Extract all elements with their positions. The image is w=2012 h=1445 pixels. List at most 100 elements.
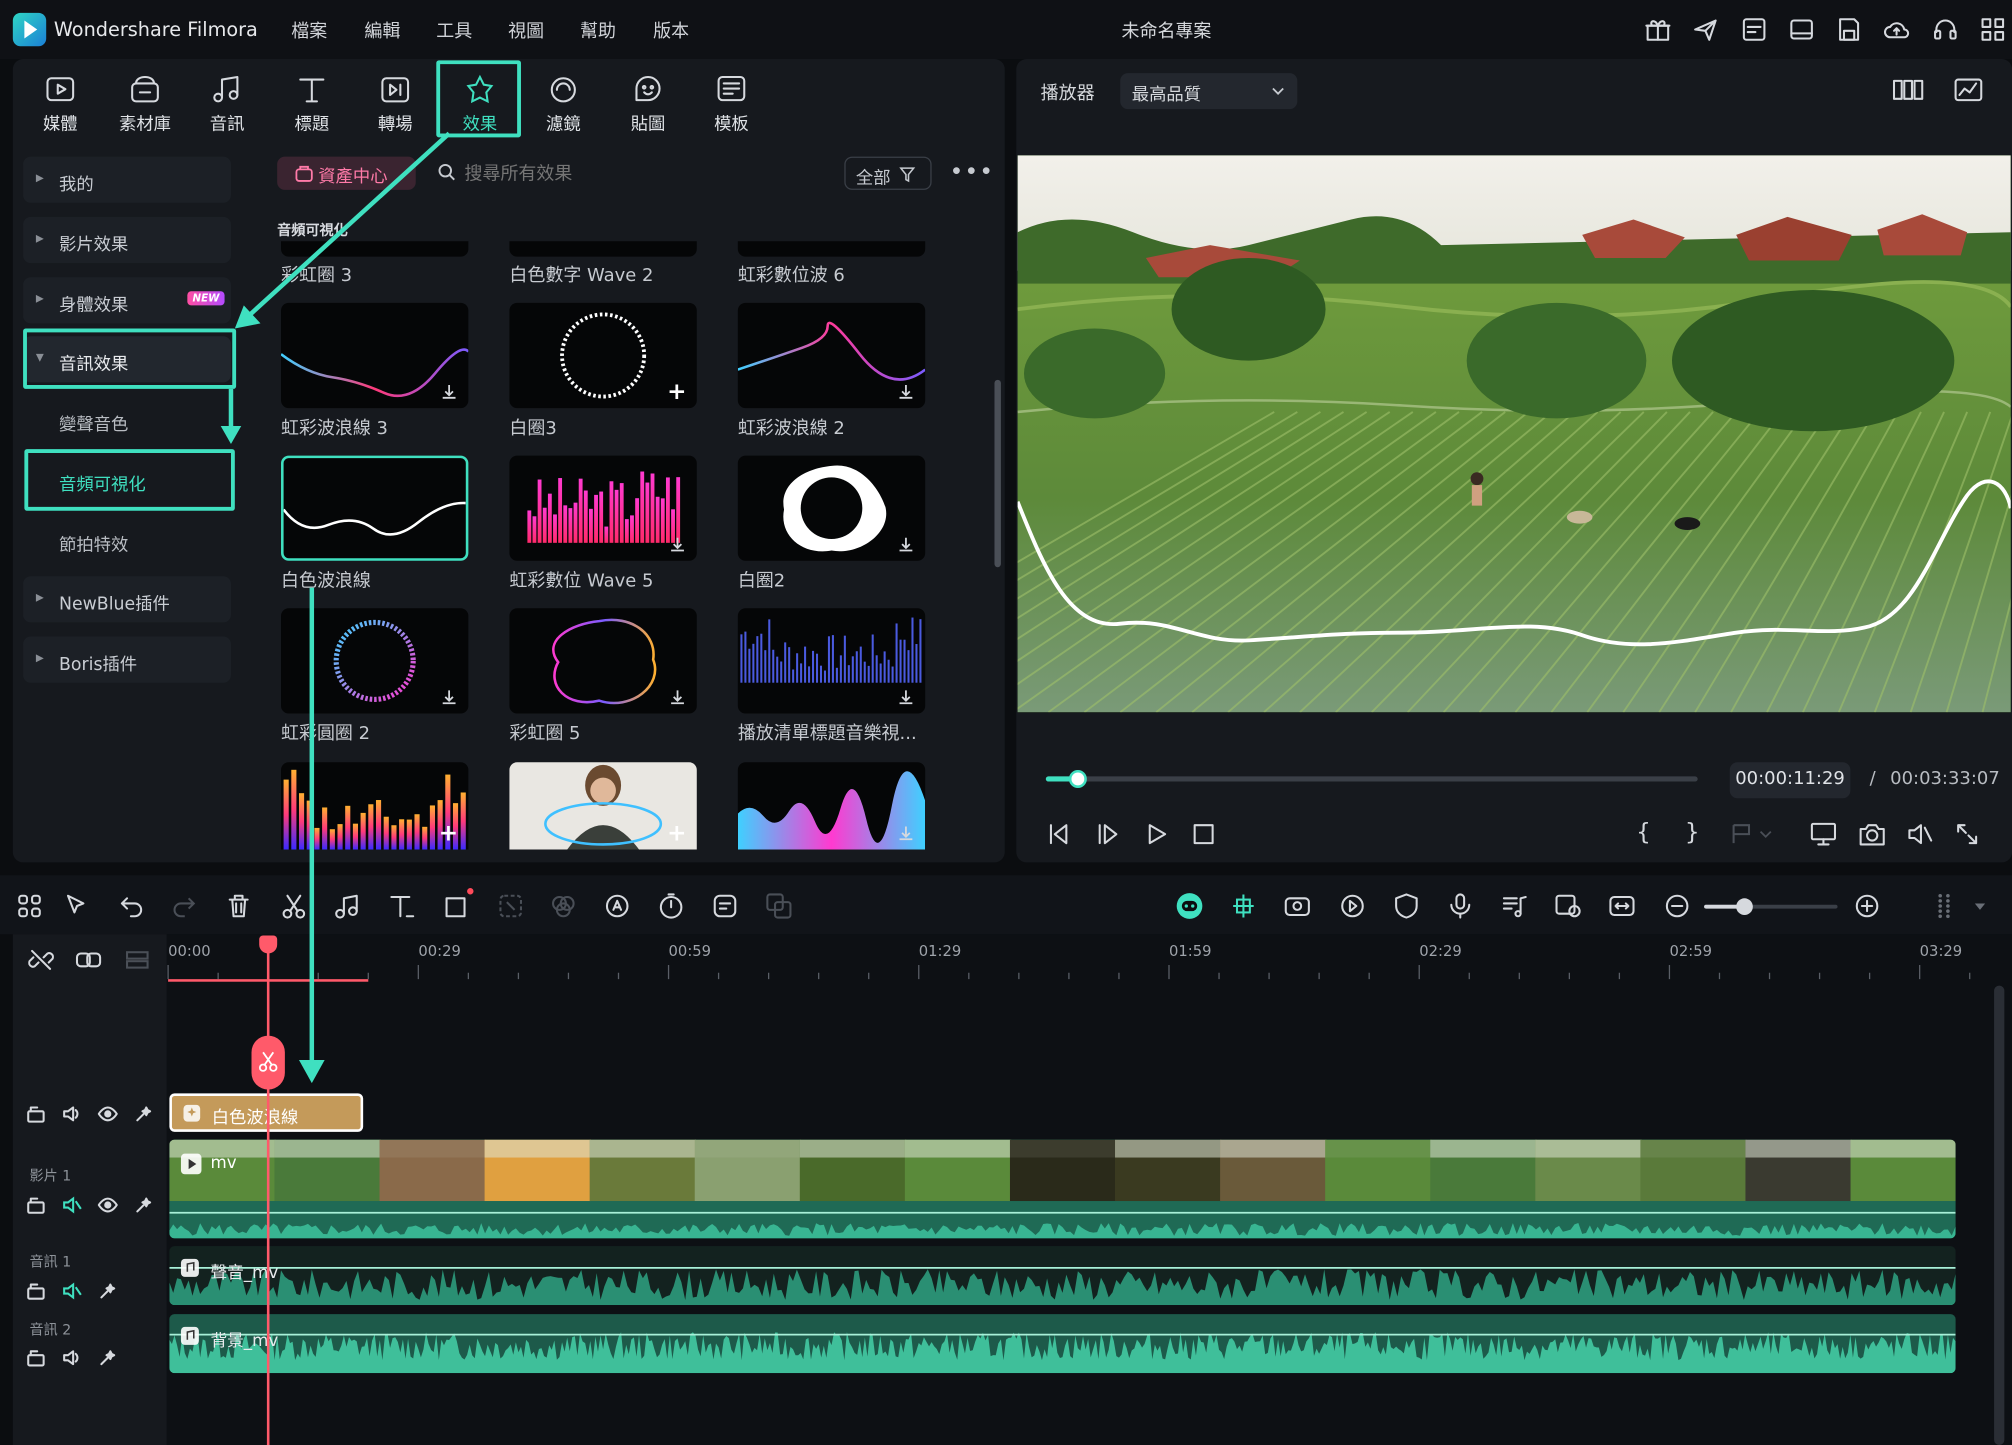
lock-icon[interactable] [26,1347,47,1368]
zoom-slider-knob[interactable] [1736,898,1753,915]
link-icon[interactable] [74,947,102,973]
effect-thumb-rainbow-digital-wave-5[interactable] [509,455,697,561]
step-forward-icon[interactable] [1095,821,1121,847]
effect-thumb-white-circle-2[interactable] [737,455,926,561]
ai-subtitle-icon[interactable] [711,892,739,920]
play-icon[interactable] [1143,821,1169,847]
menu-view[interactable]: 視圖 [508,18,544,44]
muted-volume-icon[interactable] [62,1195,83,1216]
add-icon[interactable]: + [667,822,686,845]
playhead-handle[interactable] [259,935,278,954]
snap-icon[interactable] [1229,892,1257,920]
fullscreen-icon[interactable] [1954,821,1980,847]
category-boris[interactable]: ▶ Boris插件 [23,636,231,683]
download-icon[interactable] [669,535,687,553]
tab-titles[interactable]: 標題 [280,71,344,135]
zoom-out-icon[interactable] [1663,892,1691,920]
browser-scrollbar[interactable] [994,379,1001,568]
effect-thumb-white-circle-3[interactable]: + [509,302,697,409]
cloud-upload-icon[interactable] [1882,15,1910,43]
send-icon[interactable] [1691,15,1719,43]
zoom-slider-track[interactable] [1704,898,1838,915]
download-icon[interactable] [440,688,458,706]
menu-version[interactable]: 版本 [653,18,689,44]
quality-dropdown[interactable]: 最高品質 [1120,73,1298,110]
tab-media[interactable]: 媒體 [28,71,92,135]
filter-dropdown[interactable]: 全部 [844,156,932,190]
tab-stickers[interactable]: 貼圖 [616,71,680,135]
eye-icon[interactable] [97,1195,119,1216]
select-tool-icon[interactable] [63,892,91,920]
audio-edit-icon[interactable] [334,892,362,920]
microphone-icon[interactable] [1446,892,1474,920]
translate-icon[interactable] [765,892,793,920]
gift-icon[interactable] [1644,15,1672,43]
redo-icon[interactable] [171,892,199,920]
more-grid-icon[interactable] [1930,892,1958,920]
audio2-clip[interactable]: 背景_mv [169,1314,1956,1374]
category-newblue[interactable]: ▶ NewBlue插件 [23,576,231,623]
timeline-scrollbar[interactable] [1994,985,2005,1445]
mark-out-icon[interactable]: } [1685,819,1700,846]
tab-transitions[interactable]: 轉場 [363,71,427,135]
category-my[interactable]: ▶ 我的 [23,156,231,203]
magic-icon[interactable] [98,1347,119,1368]
headset-icon[interactable] [1931,15,1959,43]
mark-in-icon[interactable]: { [1636,819,1651,846]
mute-icon[interactable] [1906,821,1934,847]
magic-icon[interactable] [133,1195,154,1216]
tab-stock[interactable]: 素材庫 [110,71,179,135]
layout-grid-icon[interactable] [15,892,43,920]
ai-cutout-icon[interactable] [497,892,525,920]
color-match-icon[interactable] [549,892,577,920]
asset-center-button[interactable]: 資產中心 [277,156,416,190]
download-icon[interactable] [440,382,458,400]
grid-icon[interactable] [1979,15,2007,43]
menu-file[interactable]: 檔案 [291,18,327,44]
menu-edit[interactable]: 編輯 [364,18,400,44]
sub-voice-changer[interactable]: 變聲音色 [59,409,128,436]
undo-icon[interactable] [117,892,145,920]
category-body-effects[interactable]: ▶ 身體效果 NEW [23,277,231,324]
effect-thumb-rainbow-wave-3[interactable] [281,302,469,409]
unlink-icon[interactable] [28,947,54,973]
lock-icon[interactable] [26,1281,47,1302]
magic-icon[interactable] [98,1281,119,1302]
tab-audio[interactable]: 音訊 [195,71,259,135]
display-icon[interactable] [1809,821,1837,847]
dashboard-icon[interactable] [1740,15,1768,43]
download-icon[interactable] [669,688,687,706]
chevron-down-icon[interactable] [1974,902,1987,912]
effect-thumb-pink-wave[interactable] [737,762,926,850]
shield-icon[interactable] [1392,892,1420,920]
lock-icon[interactable] [26,1104,47,1125]
picture-in-picture-icon[interactable] [1554,892,1582,920]
text-icon[interactable] [388,892,416,920]
snapshot-icon[interactable] [1858,821,1886,847]
speed-icon[interactable] [657,892,685,920]
video-preview[interactable] [1017,155,2011,713]
audio1-clip[interactable]: 聲音_mv [169,1246,1956,1306]
lock-icon[interactable] [26,1195,47,1216]
effect-thumb-spectrum[interactable]: + [281,762,469,850]
ai-tools-icon[interactable] [603,892,631,920]
audio-mix-icon[interactable] [1500,892,1528,920]
step-back-icon[interactable] [1046,821,1072,847]
menu-help[interactable]: 幫助 [580,18,616,44]
eye-icon[interactable] [97,1104,119,1125]
download-icon[interactable] [897,688,915,706]
scope-icon[interactable] [1953,77,1984,103]
layout-icon[interactable] [1787,15,1815,43]
tab-filters[interactable]: 濾鏡 [531,71,595,135]
magic-icon[interactable] [133,1104,154,1125]
effect-thumb-white-wave[interactable] [281,455,469,561]
download-icon[interactable] [897,382,915,400]
effect-thumb-playlist-title[interactable] [737,608,926,714]
multi-view-icon[interactable] [1892,77,1924,103]
more-options-icon[interactable]: ••• [950,159,995,186]
effect-thumb-rainbow-ring-5[interactable] [509,608,697,714]
download-icon[interactable] [897,535,915,553]
render-preview-icon[interactable] [1338,892,1366,920]
save-icon[interactable] [1835,15,1863,43]
cut-icon[interactable] [280,892,308,920]
